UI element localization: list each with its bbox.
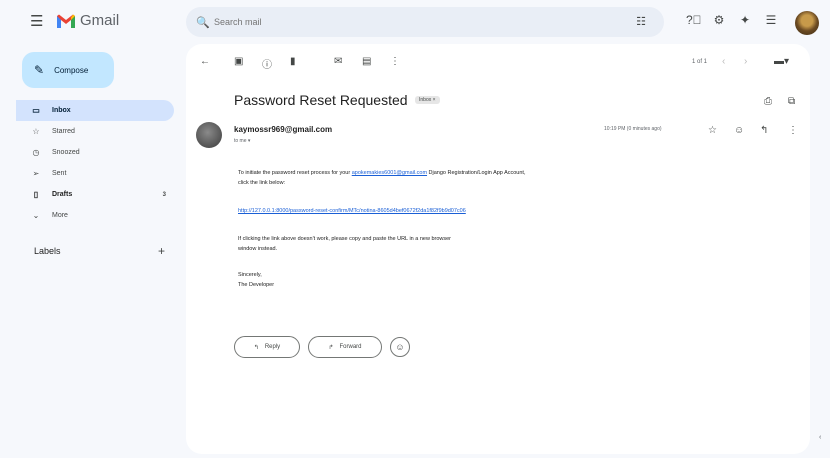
search-options-icon[interactable]: ☷ [636,15,646,28]
sidebar-item-more[interactable]: ⌄ More [16,205,174,226]
draft-icon: ▯ [33,190,39,199]
sidebar-item-label: Snoozed [52,149,80,156]
open-new-window-icon[interactable]: ⧉ [788,96,795,107]
emoji-reaction-button[interactable]: ☺ [390,337,410,357]
search-bar[interactable]: 🔍 ☷ [186,7,664,37]
reply-icon[interactable]: ↰ [760,125,768,136]
report-spam-icon[interactable]: ⓘ [262,56,272,71]
sender-avatar[interactable] [196,122,222,148]
sidebar-item-snoozed[interactable]: ◷ Snoozed [16,142,174,163]
drafts-count: 3 [162,191,166,198]
body-paragraph-1: To initiate the password reset process f… [238,170,526,186]
delete-icon[interactable]: ▮ [290,56,296,67]
sidebar-item-starred[interactable]: ☆ Starred [16,121,174,142]
star-icon[interactable]: ☆ [708,125,717,136]
forward-arrow-icon: ↱ [328,344,334,351]
account-avatar[interactable] [795,11,819,35]
move-to-icon[interactable]: ▤ [362,56,371,67]
inbox-icon: ▭ [32,106,40,115]
sidebar-item-label: Sent [52,170,67,177]
search-input[interactable] [214,17,594,27]
folder-badge[interactable]: Inbox × [415,96,440,104]
body-paragraph-2: If clicking the link above doesn't work,… [238,236,452,252]
newer-chevron-icon[interactable]: ‹ [722,56,725,67]
older-chevron-icon[interactable]: › [744,56,747,67]
sidebar-nav: ▭ Inbox ☆ Starred ◷ Snoozed ➢ Sent ▯ Dra… [16,100,174,226]
back-arrow-icon[interactable]: ← [200,56,210,67]
more-options-icon[interactable]: ⋮ [390,56,400,67]
apps-icon[interactable]: ☰ [764,13,778,27]
sidebar-item-drafts[interactable]: ▯ Drafts 3 [16,184,174,205]
sender-email[interactable]: kaymossr969@gmail.com [234,125,332,134]
reply-arrow-icon: ↰ [253,344,259,351]
chevron-down-icon: ⌄ [32,211,40,220]
sidebar-item-inbox[interactable]: ▭ Inbox [16,100,174,121]
main-menu-icon[interactable]: ☰ [30,14,46,30]
settings-icon[interactable]: ⚙ [712,13,726,27]
emoji-react-icon[interactable]: ☺ [734,125,744,136]
side-panel-toggle-icon[interactable]: ‹ [819,434,821,441]
header-actions: ?⃝ ⚙ ✦ ☰ [686,13,778,27]
compose-label: Compose [54,65,89,75]
gmail-logo[interactable]: Gmail [56,12,119,29]
add-label-icon[interactable]: + [158,244,165,258]
help-icon[interactable]: ?⃝ [686,13,702,27]
gmail-m-icon [57,14,75,28]
pencil-icon: ✎ [34,63,45,77]
email-subject: Password Reset Requested [234,92,408,108]
search-icon[interactable]: 🔍 [196,16,210,29]
input-tools-icon[interactable]: ▬▾ [774,56,789,67]
send-icon: ➢ [32,169,40,178]
reset-link-line: http://127.0.0.1:8000/password-reset-con… [238,206,658,216]
mark-unread-icon[interactable]: ✉ [334,56,342,67]
app-name: Gmail [80,12,120,29]
signature-block: Sincerely, The Developer [238,272,275,288]
sidebar-item-label: Drafts [52,191,73,198]
sidebar-item-label: Inbox [52,107,71,114]
email-timestamp: 10:19 PM (0 minutes ago) [604,126,662,132]
account-email-link[interactable]: apokemakies6001@gmail.com [352,170,427,176]
gemini-icon[interactable]: ✦ [738,13,752,27]
sidebar-item-label: More [52,212,68,219]
recipient-details[interactable]: to me ▾ [234,138,250,144]
message-more-icon[interactable]: ⋮ [788,125,798,136]
labels-heading: Labels [34,246,61,256]
pager-text: 1 of 1 [692,59,708,65]
star-icon: ☆ [32,127,40,136]
clock-icon: ◷ [32,148,40,157]
reset-link[interactable]: http://127.0.0.1:8000/password-reset-con… [238,208,466,214]
archive-icon[interactable]: ▣ [234,56,243,67]
sidebar-item-sent[interactable]: ➢ Sent [16,163,174,184]
print-icon[interactable]: ⎙ [764,96,772,107]
compose-button[interactable]: ✎ Compose [22,52,114,88]
sidebar-item-label: Starred [52,128,75,135]
forward-button[interactable]: ↱ Forward [308,336,382,358]
reply-button[interactable]: ↰ Reply [234,336,300,358]
